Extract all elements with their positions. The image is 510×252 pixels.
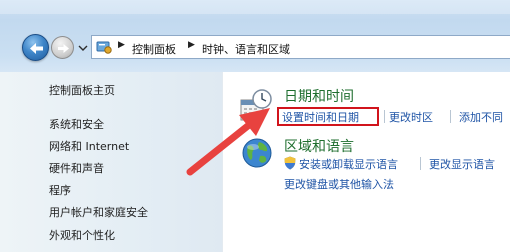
link-add-clocks[interactable]: 添加不同 — [459, 109, 503, 125]
breadcrumb-separator-icon[interactable]: ▶ — [188, 40, 195, 50]
link-set-time-date[interactable]: 设置时间和日期 — [282, 109, 359, 125]
date-time-icon[interactable] — [239, 88, 275, 124]
sidebar-item-hardware-sound[interactable]: 硬件和声音 — [49, 160, 104, 176]
link-separator — [384, 110, 385, 123]
sidebar-item-network-internet[interactable]: 网络和 Internet — [49, 138, 129, 154]
sidebar-item-programs[interactable]: 程序 — [49, 182, 71, 198]
sidebar-item-appearance[interactable]: 外观和个性化 — [49, 227, 115, 243]
navigation-bar: ▶ 控制面板 ▶ 时钟、语言和区域 — [0, 0, 510, 72]
forward-arrow-icon — [58, 44, 69, 53]
navigation-bar-gloss — [0, 0, 510, 14]
breadcrumb-clock-language-region[interactable]: 时钟、语言和区域 — [202, 41, 290, 57]
link-install-uninstall-display-languages[interactable]: 安装或卸载显示语言 — [299, 156, 398, 172]
chevron-down-icon — [78, 45, 88, 51]
main-content: 日期和时间 设置时间和日期 更改时区 添加不同 区域和语言 安装或卸载显示语言 … — [222, 72, 510, 252]
globe-icon[interactable] — [241, 136, 275, 170]
sidebar-item-control-panel-home[interactable]: 控制面板主页 — [49, 82, 115, 98]
forward-button[interactable] — [51, 36, 74, 59]
link-change-keyboards-input-methods[interactable]: 更改键盘或其他输入法 — [284, 176, 394, 192]
sidebar-item-user-accounts[interactable]: 用户帐户和家庭安全 — [49, 204, 148, 220]
category-title-region-language[interactable]: 区域和语言 — [284, 136, 354, 156]
uac-shield-icon — [284, 156, 296, 170]
category-title-date-time[interactable]: 日期和时间 — [284, 86, 354, 106]
address-bar[interactable]: ▶ 控制面板 ▶ 时钟、语言和区域 — [91, 35, 510, 59]
back-button[interactable] — [22, 34, 49, 61]
breadcrumb-control-panel[interactable]: 控制面板 — [132, 41, 176, 57]
link-change-display-language[interactable]: 更改显示语言 — [429, 156, 495, 172]
link-separator — [450, 110, 451, 123]
sidebar: 控制面板主页 系统和安全 网络和 Internet 硬件和声音 程序 用户帐户和… — [0, 72, 222, 252]
back-arrow-icon — [30, 43, 43, 54]
control-panel-icon — [96, 41, 112, 54]
recent-pages-dropdown[interactable] — [77, 42, 89, 54]
breadcrumb-separator-icon[interactable]: ▶ — [118, 40, 125, 50]
link-change-time-zone[interactable]: 更改时区 — [389, 109, 433, 125]
link-separator — [420, 157, 421, 170]
sidebar-item-system-security[interactable]: 系统和安全 — [49, 116, 104, 132]
